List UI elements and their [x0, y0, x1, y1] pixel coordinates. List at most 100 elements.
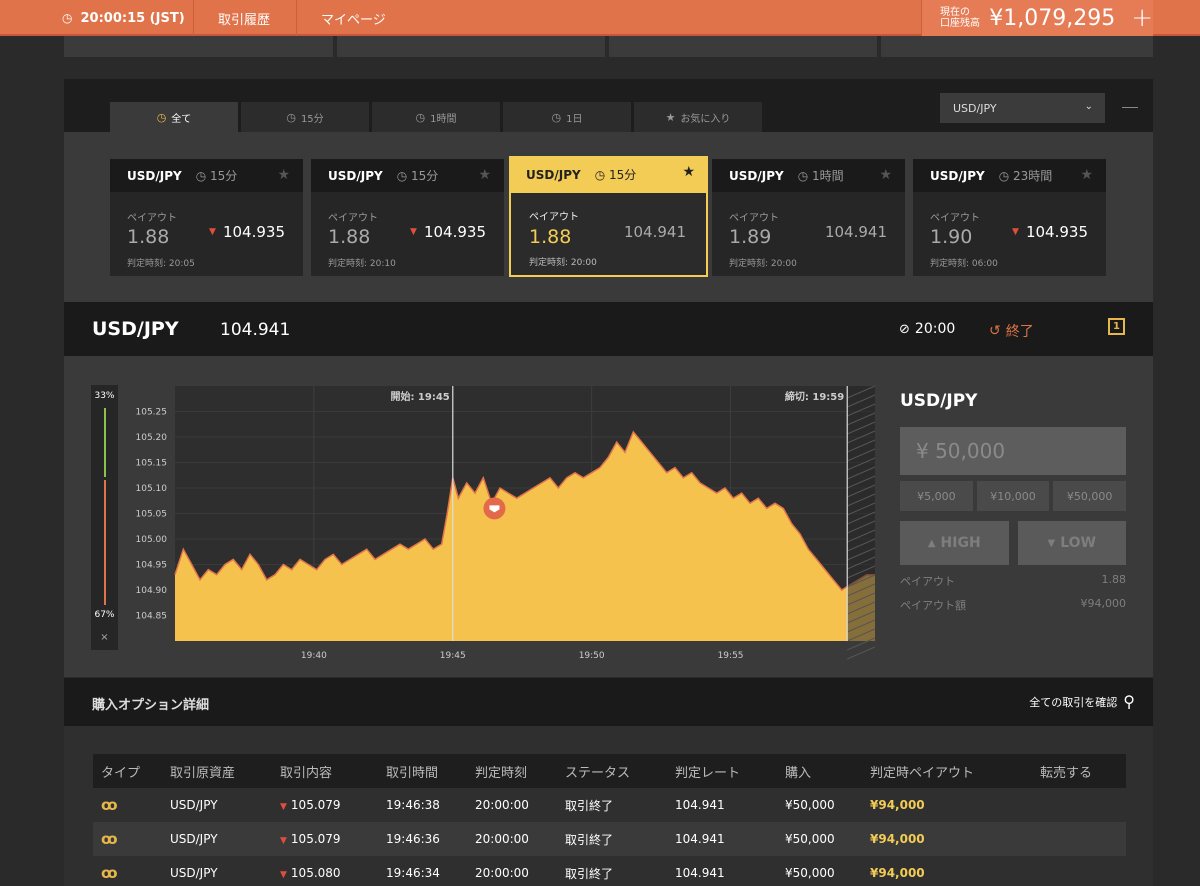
low-button[interactable]: ▼ LOW	[1017, 521, 1126, 565]
quick-amount-button[interactable]: ¥50,000	[1053, 481, 1127, 511]
table-row: ꝏ USD/JPY ▼ 105.080 19:46:34 20:00:00 取引終…	[93, 856, 1126, 886]
down-arrow-icon: ▼	[280, 802, 287, 812]
high-label: HIGH	[940, 535, 981, 551]
all-trades-text: 全ての取引を確認	[1029, 695, 1118, 709]
details-table: タイプ 取引原資産 取引内容 取引時間 判定時刻 ステータス 判定レート 購入 …	[93, 754, 1126, 886]
status-cell: 取引終了	[565, 866, 614, 881]
payout-cell: ¥94,000	[870, 798, 925, 812]
card-pair: USD/JPY	[930, 168, 985, 183]
tab-1hour[interactable]: ◷ 1時間	[372, 102, 500, 132]
x-tick-label: 19:45	[440, 651, 466, 661]
payout-value: 1.88	[328, 226, 371, 248]
table-row: ꝏ USD/JPY ▼ 105.079 19:46:36 20:00:00 取引終…	[93, 822, 1126, 856]
option-card[interactable]: USD/JPY ◷ 15分 ★ ペイアウト 1.88 ▼ 104.935 判定時刻: …	[311, 159, 504, 276]
resell-cell	[1040, 856, 1126, 886]
favorite-star-icon[interactable]: ★	[879, 167, 892, 183]
tab-1day[interactable]: ◷ 1日	[503, 102, 631, 132]
card-rate: ▼ 104.935	[209, 223, 285, 241]
tab-label: お気に入り	[680, 113, 731, 125]
pair-select[interactable]: USD/JPY ⌄	[940, 93, 1105, 123]
payout-label: ペイアウト	[529, 212, 579, 223]
tab-all[interactable]: ◷ 全て	[110, 102, 238, 132]
option-card-selected[interactable]: USD/JPY ◷ 15分 ★ ペイアウト 1.88 104.941 判定時刻: 2…	[509, 156, 708, 277]
time-cell: 19:46:36	[386, 822, 475, 856]
nav-mypage-link[interactable]: マイページ	[321, 0, 386, 36]
ended-status: ↺ 終了	[989, 321, 1034, 341]
amount-input[interactable]: ¥ 50,000	[900, 427, 1126, 475]
product-tab[interactable]	[881, 36, 1153, 57]
order-panel: USD/JPY ¥ 50,000 ¥5,000 ¥10,000 ¥50,000 …	[900, 385, 1127, 613]
content-text: 105.079	[290, 832, 341, 846]
time-cell: 19:46:38	[386, 798, 440, 812]
card-duration-text: 1時間	[811, 169, 844, 183]
clock-icon: ◷	[156, 110, 167, 124]
tab-15min[interactable]: ◷ 15分	[241, 102, 369, 132]
option-type-icon: ꝏ	[101, 864, 118, 882]
clock-icon: ◷	[415, 110, 426, 124]
filter-tab-row: ◷ 全て ◷ 15分 ◷ 1時間 ◷ 1日 ★ お気に入り USD/JPY ⌄	[64, 79, 1153, 132]
option-card[interactable]: USD/JPY ◷ 15分 ★ ペイアウト 1.88 ▼ 104.935 判定時刻: …	[110, 159, 303, 276]
content-text: 105.079	[290, 798, 341, 812]
resell-cell	[1040, 788, 1126, 822]
quick-amount-button[interactable]: ¥5,000	[900, 481, 973, 511]
payout-label: ペイアウト	[930, 213, 980, 224]
trading-panel: ◷ 全て ◷ 15分 ◷ 1時間 ◷ 1日 ★ お気に入り USD/JPY ⌄ USD/JP…	[64, 79, 1153, 677]
payout-value: 1.88	[1101, 573, 1127, 586]
down-arrow-icon: ▼	[280, 836, 287, 846]
card-duration-text: 15分	[410, 169, 439, 183]
card-header: USD/JPY ◷ 23時間 ★	[913, 159, 1106, 192]
x-tick-label: 19:50	[579, 651, 605, 661]
option-card[interactable]: USD/JPY ◷ 23時間 ★ ペイアウト 1.90 ▼ 104.935 判定時刻:…	[913, 159, 1106, 276]
tab-label: 全て	[171, 113, 192, 125]
product-tab[interactable]	[337, 36, 605, 57]
payout-amount-row: ペイアウト額 ¥94,000	[900, 597, 1126, 613]
payout-label: ペイアウト	[729, 213, 779, 224]
judge-time-display: ⊘ 20:00	[899, 321, 955, 337]
quick-amount-button[interactable]: ¥10,000	[976, 481, 1050, 511]
x-tick-label: 19:55	[718, 651, 744, 661]
divider	[296, 0, 297, 36]
high-button[interactable]: ▲ HIGH	[900, 521, 1009, 565]
favorite-star-icon[interactable]: ★	[478, 167, 491, 183]
payout-amount-value: ¥94,000	[1080, 597, 1127, 610]
favorite-star-icon[interactable]: ★	[277, 167, 290, 183]
favorite-star-icon[interactable]: ★	[1080, 167, 1093, 183]
card-header: USD/JPY ◷ 15分 ★	[509, 156, 708, 193]
add-funds-button[interactable]: +	[1131, 5, 1153, 31]
one-click-toggle[interactable]: 1	[1108, 318, 1125, 335]
favorite-star-icon[interactable]: ★	[682, 164, 695, 180]
card-header: USD/JPY ◷ 15分 ★	[110, 159, 303, 192]
star-icon: ★	[665, 110, 676, 124]
product-tab[interactable]	[609, 36, 877, 57]
start-label: 開始: 19:45	[390, 390, 449, 403]
history-icon: ↺	[989, 323, 1001, 339]
balance-label: 現在の 口座残高	[940, 7, 989, 29]
option-card[interactable]: USD/JPY ◷ 1時間 ★ ペイアウト 1.89 104.941 判定時刻: 2…	[712, 159, 905, 276]
no-entry-icon: ⊘	[899, 321, 910, 337]
pair-select-value: USD/JPY	[953, 101, 997, 115]
y-tick-label: 105.05	[136, 510, 168, 520]
clock: ◷ 20:00:15 (JST)	[62, 0, 185, 36]
tab-favorites[interactable]: ★ お気に入り	[634, 102, 762, 132]
payout-row: ペイアウト 1.88	[900, 573, 1126, 589]
payout-cell: ¥94,000	[870, 822, 1040, 856]
card-header: USD/JPY ◷ 15分 ★	[311, 159, 504, 192]
down-arrow-icon: ▼	[410, 227, 417, 237]
collapse-button[interactable]	[1122, 107, 1138, 108]
y-tick-label: 105.15	[136, 459, 168, 469]
close-gauge-button[interactable]: ×	[91, 632, 118, 643]
content-cell: ▼ 105.079	[280, 788, 386, 822]
all-trades-link[interactable]: 全ての取引を確認 ⚲	[1029, 692, 1135, 711]
clock-icon: ◷	[62, 11, 73, 25]
card-rate: 104.941	[825, 223, 887, 241]
column-header: 転売する	[1040, 754, 1126, 788]
nav-history-link[interactable]: 取引履歴	[218, 0, 270, 36]
product-tab[interactable]	[64, 36, 333, 57]
buy-cell: ¥50,000	[785, 866, 835, 880]
price-chart: 105.25 105.20 105.15 105.10 105.05 105.00 104.…	[124, 379, 884, 669]
column-header: 取引原資産	[170, 754, 280, 788]
card-rate: ▼ 104.935	[410, 223, 486, 241]
balance-label-line: 現在の	[940, 7, 970, 18]
card-pair: USD/JPY	[127, 168, 182, 183]
payout-value: 1.88	[127, 226, 170, 248]
